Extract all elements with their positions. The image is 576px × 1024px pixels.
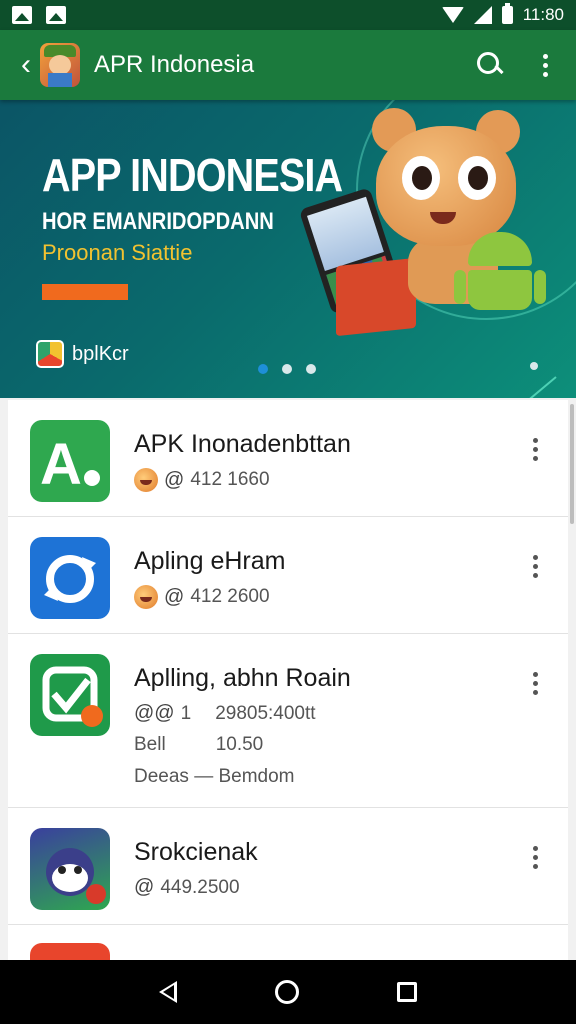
carousel-dot-decor [530, 362, 538, 370]
list-item-partial[interactable] [8, 925, 568, 960]
rating-icon: @ [164, 585, 185, 608]
list-scrollbar[interactable] [570, 404, 574, 524]
app-name: Srokcienak [134, 838, 258, 866]
app-meta-prefix: 1 [180, 702, 192, 724]
app-meta-value: 10.50 [215, 734, 264, 755]
app-mascot-icon [30, 828, 110, 910]
rating-icon: @ [134, 876, 155, 898]
app-meta: 449.2500 [160, 876, 240, 898]
item-menu-icon[interactable] [533, 846, 538, 869]
toolbar-title: APR Indonesia [94, 51, 255, 78]
app-letter-a-icon: A [30, 420, 110, 502]
banner-brand: bplKcr [36, 340, 129, 368]
app-meta: 412 1660 [190, 469, 270, 490]
brand-logo-icon [36, 340, 64, 368]
app-partial-icon [30, 943, 110, 960]
app-meta: 29805:400tt [215, 702, 316, 724]
app-sync-icon [30, 537, 110, 619]
developer-avatar [134, 585, 158, 609]
developer-avatar [134, 468, 158, 492]
rating-icon: @@ [134, 702, 175, 724]
status-time: 11:80 [522, 5, 564, 24]
app-meta-label: Bell [134, 734, 166, 755]
nav-back-icon[interactable] [159, 981, 177, 1003]
app-meta: 412 2600 [190, 586, 270, 607]
app-list: A APK Inonadenbttan @ 412 1660 Apling eH… [8, 400, 568, 960]
promo-banner[interactable]: APP INDONESIA HOR EMANRIDOPDANN Proonan … [0, 100, 576, 398]
status-bar: 11:80 [0, 0, 576, 30]
item-menu-icon[interactable] [533, 672, 538, 695]
overflow-menu-icon[interactable] [543, 53, 548, 77]
banner-subheadline: HOR EMANRIDOPDANN [42, 208, 274, 235]
app-meta-category: Deeas — Bemdom [134, 766, 295, 787]
item-menu-icon[interactable] [533, 438, 538, 461]
list-item[interactable]: Srokcienak @ 449.2500 [8, 808, 568, 925]
item-menu-icon[interactable] [533, 555, 538, 578]
carousel-dot[interactable] [306, 364, 316, 374]
banner-brand-label: bplKcr [72, 342, 129, 365]
nav-home-icon[interactable] [275, 980, 299, 1004]
app-check-icon [30, 654, 110, 736]
image-notification-icon [12, 6, 32, 24]
list-item[interactable]: A APK Inonadenbttan @ 412 1660 [8, 400, 568, 517]
wifi-icon [441, 7, 464, 23]
banner-accent-bar [42, 284, 128, 300]
app-logo[interactable] [40, 43, 80, 87]
banner-headline: APP INDONESIA [42, 149, 343, 201]
android-robot-icon [454, 226, 546, 318]
app-name: Aplling, abhn Roain [134, 664, 351, 692]
carousel-dot[interactable] [282, 364, 292, 374]
app-name: APK Inonadenbttan [134, 430, 351, 458]
rating-icon: @ [164, 468, 185, 491]
carousel-indicator[interactable] [258, 364, 316, 374]
battery-icon [501, 3, 513, 24]
back-arrow-icon[interactable]: ‹ [12, 35, 40, 95]
search-icon[interactable] [477, 52, 503, 78]
banner-tagline: Proonan Siattie [42, 240, 193, 265]
list-item[interactable]: Apling eHram @ 412 2600 [8, 517, 568, 634]
nav-recents-icon[interactable] [397, 982, 417, 1002]
app-name: Apling eHram [134, 547, 286, 575]
app-toolbar: ‹ APR Indonesia [0, 30, 576, 100]
app-notification-icon [46, 6, 66, 24]
svg-text:A: A [40, 432, 82, 497]
list-item[interactable]: Aplling, abhn Roain @@ 1 29805:400tt Bel… [8, 634, 568, 808]
signal-icon [473, 6, 492, 24]
carousel-dot[interactable] [258, 364, 268, 374]
system-nav-bar [0, 960, 576, 1024]
